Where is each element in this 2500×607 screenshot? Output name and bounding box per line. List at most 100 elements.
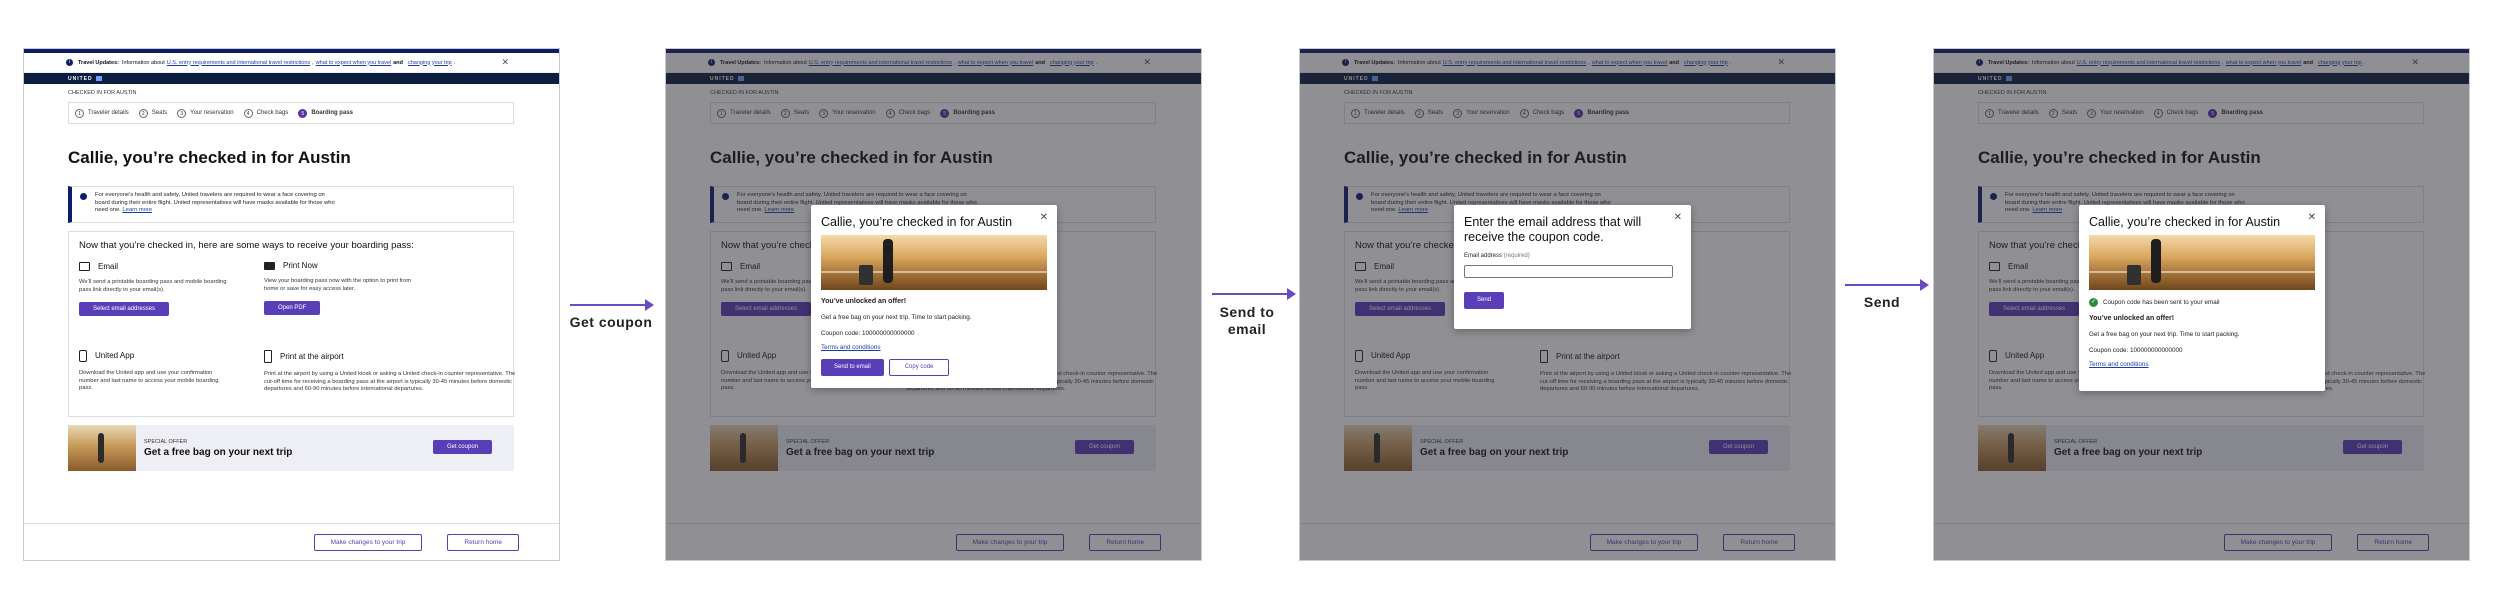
united-logo[interactable]: UNITED (68, 76, 93, 82)
step-boarding-pass[interactable]: 5Boarding pass (298, 108, 353, 118)
screen-4-sent-modal: i Travel Updates: Information about U.S.… (1933, 48, 2470, 561)
transition-label-send-to-email: Send to email (1219, 304, 1275, 337)
step-seats[interactable]: 2Seats (138, 108, 168, 118)
send-button[interactable]: Send (1464, 291, 1505, 309)
screen-2-offer-modal: i Travel Updates: Information about U.S.… (665, 48, 1202, 561)
return-home-button[interactable]: Return home (447, 533, 519, 551)
step-label: Seats (151, 110, 168, 116)
screen-3-email-modal: i Travel Updates: Information about U.S.… (1299, 48, 1836, 561)
step-label: Boarding pass (311, 110, 353, 116)
step-label: Traveler details (88, 110, 129, 116)
option-desc: Print at the airport by using a United k… (264, 371, 516, 392)
globe-icon (95, 76, 102, 81)
make-changes-button[interactable]: Make changes to your trip (313, 533, 423, 551)
sent-confirmation: ✓ Coupon code has been sent to your email (2089, 298, 2315, 307)
mask-notice: For everyone's health and safety, United… (68, 186, 514, 223)
option-desc: We’ll send a printable boarding pass and… (79, 279, 227, 293)
arrow-3 (1845, 279, 1929, 291)
step-label: Check bags (256, 110, 289, 116)
step-number: 5 (298, 108, 308, 118)
what-to-expect-link[interactable]: what to expect when you travel (316, 60, 392, 66)
open-pdf-button[interactable]: Open PDF (264, 301, 321, 315)
offer-body-text: Get a free bag on your next trip. Time t… (821, 314, 972, 321)
footer-actions: Make changes to your trip Return home (24, 523, 559, 560)
option-email: Email We’ll send a printable boarding pa… (79, 262, 229, 316)
envelope-icon (79, 262, 90, 271)
option-desc: View your boarding pass now with the opt… (264, 278, 412, 292)
updates-lead: Information about (121, 59, 165, 66)
select-email-addresses-button[interactable]: Select email addresses (79, 302, 170, 316)
printer-icon (264, 262, 275, 270)
boarding-pass-options: Now that you’re checked in, here are som… (68, 231, 515, 417)
close-icon[interactable]: ✕ (1040, 212, 1048, 223)
copy-code-button[interactable]: Copy code (888, 359, 950, 376)
get-coupon-button[interactable]: Get coupon (432, 440, 492, 454)
close-icon[interactable]: ✕ (501, 57, 509, 68)
step-number: 2 (138, 108, 148, 118)
step-label: Your reservation (190, 110, 234, 116)
option-title: Print Now (283, 261, 318, 271)
email-field-label: Email address (required) (1464, 253, 1681, 259)
changing-trip-link[interactable]: changing your trip (408, 60, 452, 66)
modal-title: Callie, you’re checked in for Austin (821, 215, 1013, 229)
step-number: 3 (177, 108, 187, 118)
sent-text: Coupon code has been sent to your email (2103, 299, 2220, 306)
field-label-text: Email address (1464, 253, 1503, 259)
option-print-airport: Print at the airport Print at the airpor… (264, 350, 519, 394)
arrow-2 (1212, 288, 1296, 300)
option-title: Email (98, 261, 119, 271)
offer-title: Get a free bag on your next trip (144, 446, 293, 458)
option-print-now: Print Now View your boarding pass now wi… (264, 262, 414, 315)
checkin-stepper: 1 Traveler details 2Seats 3Your reservati… (68, 102, 514, 124)
special-offer-banner: SPECIAL OFFER Get a free bag on your nex… (68, 425, 514, 471)
travel-updates-banner: i Travel Updates: Information about U.S.… (24, 53, 559, 73)
offer-eyebrow: SPECIAL OFFER (144, 438, 188, 445)
info-icon (80, 193, 87, 200)
info-icon: i (66, 59, 73, 66)
send-to-email-button[interactable]: Send to email (821, 359, 884, 376)
transition-label-get-coupon: Get coupon (569, 314, 653, 330)
options-heading: Now that you’re checked in, here are som… (79, 240, 414, 251)
entry-requirements-link[interactable]: U.S. entry requirements and internationa… (167, 60, 310, 66)
close-icon[interactable]: ✕ (1674, 212, 1682, 223)
suitcase-graphic (859, 265, 873, 285)
terms-link[interactable]: Terms and conditions (821, 344, 1047, 351)
terms-link[interactable]: Terms and conditions (2089, 361, 2315, 368)
option-united-app: United App Download the United app and u… (79, 350, 229, 393)
kiosk-icon (264, 350, 272, 363)
updates-label: Travel Updates: (78, 59, 119, 66)
step-traveler-details[interactable]: 1 Traveler details (75, 108, 129, 118)
coupon-offer-modal: ✕ Callie, you’re checked in for Austin Y… (811, 205, 1057, 388)
step-check-bags[interactable]: 4Check bags (243, 108, 289, 118)
updates-comma: , (312, 59, 314, 66)
offer-unlocked-text: You’ve unlocked an offer! (821, 298, 907, 305)
option-desc: Download the United app and use your con… (79, 370, 219, 391)
email-field[interactable] (1464, 264, 1673, 278)
breadcrumb: CHECKED IN FOR AUSTIN (68, 90, 137, 96)
phone-icon (79, 350, 87, 362)
coupon-code-text: Coupon code: 100000000000000 (2089, 347, 2183, 354)
transition-label-send: Send (1863, 294, 1901, 310)
offer-hero-image (2089, 235, 2315, 290)
required-hint: (required) (1503, 253, 1530, 259)
coupon-code-text: Coupon code: 100000000000000 (821, 330, 915, 337)
learn-more-link[interactable]: Learn more (122, 207, 152, 213)
offer-hero-image (821, 235, 1047, 290)
modal-title: Callie, you’re checked in for Austin (2089, 215, 2281, 229)
flow-diagram: Get coupon Send to email Send i Travel U… (0, 0, 2500, 607)
close-icon[interactable]: ✕ (2308, 212, 2316, 223)
traveler-photo (68, 425, 136, 471)
updates-and: and (393, 59, 403, 66)
step-number: 1 (75, 108, 84, 118)
option-title: United App (95, 351, 135, 361)
step-your-reservation[interactable]: 3Your reservation (177, 108, 234, 118)
option-title: Print at the airport (280, 351, 344, 361)
top-nav: UNITED (24, 73, 559, 84)
coupon-sent-modal: ✕ Callie, you’re checked in for Austin ✓… (2079, 205, 2325, 391)
arrow-1 (570, 299, 654, 311)
check-circle-icon: ✓ (2089, 298, 2098, 307)
updates-period: . (453, 59, 456, 66)
modal-title: Enter the email address that will receiv… (1464, 215, 1642, 244)
offer-unlocked-text: You’ve unlocked an offer! (2089, 315, 2175, 322)
screen-1-checked-in: i Travel Updates: Information about U.S.… (23, 48, 560, 561)
